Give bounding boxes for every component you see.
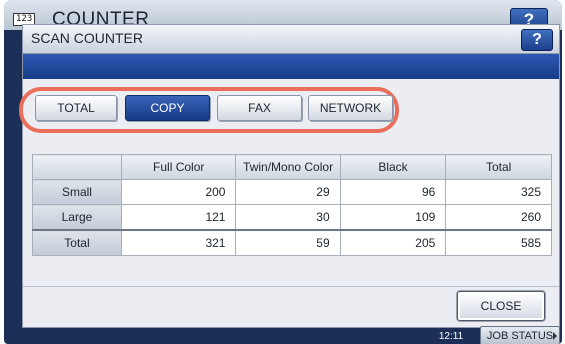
header-blank: [32, 154, 122, 180]
tab-total[interactable]: TOTAL: [35, 95, 117, 121]
counter-tabs: TOTAL COPY FAX NETWORK: [19, 87, 559, 133]
dialog-header-bar: [23, 54, 559, 79]
play-arrow-icon: [553, 332, 557, 340]
row-label-small: Small: [32, 179, 122, 205]
table-row-total: Total 321 59 205 585: [32, 229, 552, 256]
tab-copy[interactable]: COPY: [125, 95, 210, 121]
job-status-label: JOB STATUS: [486, 330, 554, 342]
header-full-color: Full Color: [120, 154, 237, 180]
table-row-small: Small 200 29 96 325: [32, 179, 552, 205]
tab-network[interactable]: NETWORK: [308, 95, 393, 121]
cell-small-full-color: 200: [120, 179, 237, 205]
footer-divider: [23, 286, 559, 287]
dialog-title: SCAN COUNTER: [31, 30, 144, 46]
header-total: Total: [445, 154, 552, 180]
scan-counter-table: Full Color Twin/Mono Color Black Total S…: [32, 154, 552, 256]
cell-large-full-color: 121: [120, 204, 237, 231]
cell-large-twin-mono: 30: [235, 204, 341, 231]
cell-total-total: 585: [445, 229, 552, 256]
cell-small-total: 325: [445, 179, 552, 205]
row-label-total: Total: [32, 229, 122, 256]
header-twin-mono-color: Twin/Mono Color: [235, 154, 341, 180]
dialog-title-bar: SCAN COUNTER ?: [23, 25, 559, 54]
job-status-button[interactable]: JOB STATUS: [480, 326, 560, 344]
cell-large-total: 260: [445, 204, 552, 231]
cell-total-twin-mono: 59: [235, 229, 341, 256]
dialog-help-button[interactable]: ?: [521, 29, 553, 51]
close-button[interactable]: CLOSE: [457, 291, 545, 321]
device-screen: 123 COUNTER ? SCAN COUNTER ? TOTAL COPY …: [4, 0, 562, 344]
cell-small-twin-mono: 29: [235, 179, 341, 205]
status-clock: 12:11: [438, 331, 464, 342]
tab-fax[interactable]: FAX: [217, 95, 302, 121]
scan-counter-dialog: SCAN COUNTER ? TOTAL COPY FAX NETWORK Fu…: [19, 24, 560, 328]
row-label-large: Large: [32, 204, 122, 231]
cell-large-black: 109: [339, 204, 447, 231]
cell-total-black: 205: [339, 229, 447, 256]
cell-total-full-color: 321: [120, 229, 237, 256]
table-header-row: Full Color Twin/Mono Color Black Total: [32, 154, 552, 180]
cell-small-black: 96: [339, 179, 447, 205]
header-black: Black: [339, 154, 447, 180]
table-row-large: Large 121 30 109 260: [32, 204, 552, 231]
